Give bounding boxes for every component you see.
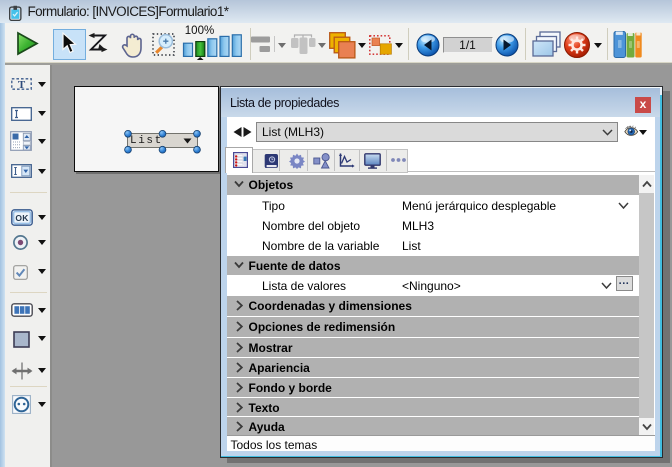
svg-text:T: T	[17, 79, 25, 90]
svg-text:OK: OK	[15, 213, 29, 223]
